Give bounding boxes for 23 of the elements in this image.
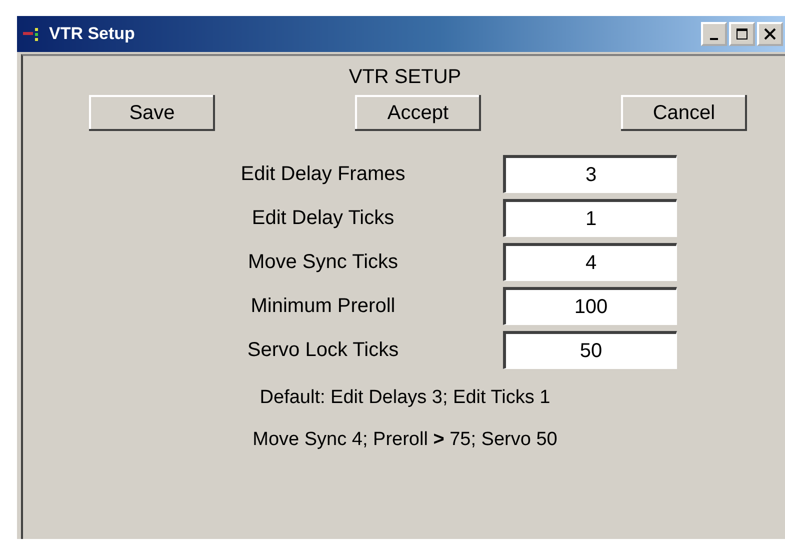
dialog-heading: VTR SETUP [348, 66, 462, 89]
maximize-button[interactable] [729, 22, 755, 46]
input-field[interactable]: 50 [503, 331, 677, 369]
dialog-button[interactable]: Save [89, 95, 215, 131]
minimize-icon [710, 38, 718, 40]
field-label: Minimum Preroll [250, 294, 396, 318]
input-field[interactable]: 3 [503, 155, 677, 193]
window-title: VTR Setup [49, 24, 136, 44]
field-label: Servo Lock Ticks [246, 338, 400, 362]
maximize-icon [736, 28, 748, 40]
input-field[interactable]: 100 [503, 287, 677, 325]
field-label: Edit Delay Ticks [250, 206, 396, 230]
close-icon [764, 28, 776, 40]
input-field[interactable]: 4 [503, 243, 677, 281]
dialog-button[interactable]: Cancel [621, 95, 747, 131]
dialog-button[interactable]: Accept [355, 95, 481, 131]
minimize-button[interactable] [701, 22, 727, 46]
field-label: Edit Delay Frames [240, 162, 406, 186]
default-note: Default: Edit Delays 3; Edit Ticks 1 [260, 387, 550, 409]
close-button[interactable] [757, 22, 783, 46]
field-label: Move Sync Ticks [246, 250, 400, 274]
input-field[interactable]: 1 [503, 199, 677, 237]
default-note: Move Sync 4; Preroll > 75; Servo 50 [252, 429, 558, 451]
